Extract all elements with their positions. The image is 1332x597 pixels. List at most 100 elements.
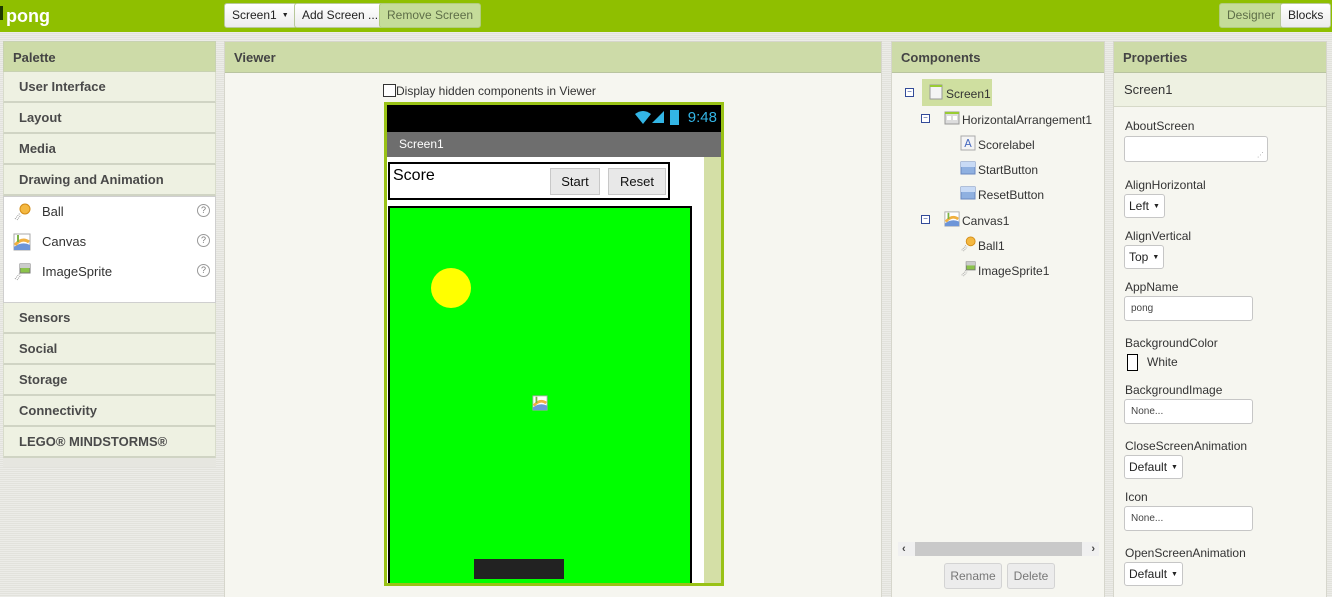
palette-category-drawing-animation[interactable]: Drawing and Animation [3, 165, 216, 196]
reset-button[interactable]: Reset [608, 168, 666, 195]
background-color-label: BackgroundColor [1125, 336, 1218, 350]
checkbox-icon[interactable] [383, 84, 396, 97]
properties-component-name: Screen1 [1114, 73, 1326, 107]
align-vertical-select[interactable]: Top ▼ [1124, 245, 1165, 269]
scroll-right-icon[interactable]: › [1091, 542, 1095, 556]
collapse-icon[interactable]: − [921, 215, 930, 224]
background-color-value[interactable]: White [1147, 355, 1178, 369]
tree-item-canvas1[interactable]: − Canvas1 [892, 210, 1102, 232]
tree-item-screen1[interactable]: − Screen1 [892, 83, 1102, 105]
palette-category-storage[interactable]: Storage [3, 365, 216, 396]
align-vertical-label: AlignVertical [1125, 229, 1192, 243]
collapse-icon[interactable]: − [905, 88, 914, 97]
button-icon [960, 161, 976, 175]
viewer-panel: Viewer Display hidden components in View… [224, 41, 882, 597]
score-label[interactable]: Score [393, 167, 435, 185]
components-title: Components [892, 42, 1104, 73]
background-image-label: BackgroundImage [1125, 383, 1223, 397]
palette-item-canvas[interactable]: Canvas ? [4, 231, 215, 253]
rename-button[interactable]: Rename [944, 563, 1002, 589]
components-panel: Components − Screen1 − HorizontalArrange… [891, 41, 1105, 597]
palette-category-connectivity[interactable]: Connectivity [3, 396, 216, 427]
logo-mark [0, 6, 3, 20]
start-button[interactable]: Start [550, 168, 600, 195]
screen-select[interactable]: Screen1 ▼ [224, 3, 297, 28]
align-horizontal-label: AlignHorizontal [1125, 178, 1206, 192]
ball-sprite[interactable] [431, 268, 471, 308]
tree-item-horizontal-arrangement1[interactable]: − HorizontalArrangement1 [892, 109, 1102, 131]
tree-item-imagesprite1[interactable]: ImageSprite1 [892, 260, 1102, 282]
chevron-down-icon: ▼ [1171, 464, 1178, 471]
properties-title: Properties [1114, 42, 1326, 73]
palette-category-social[interactable]: Social [3, 334, 216, 365]
palette-item-label: ImageSprite [42, 264, 113, 279]
remove-screen-button[interactable]: Remove Screen [379, 3, 482, 28]
label-icon: A [960, 135, 976, 151]
app-name-input[interactable]: pong [1124, 296, 1253, 321]
canvas-icon [944, 211, 960, 227]
palette-drawer: Ball ? Canvas ? ImageSprite ? [3, 196, 216, 303]
top-bar: pong Screen1 ▼ Add Screen ... Remove Scre… [0, 0, 1332, 32]
close-screen-animation-select[interactable]: Default ▼ [1124, 455, 1183, 479]
icon-picker[interactable]: None... [1124, 506, 1253, 531]
game-canvas[interactable] [388, 206, 692, 583]
scrollbar-thumb[interactable] [915, 542, 1082, 556]
palette-category-media[interactable]: Media [3, 134, 216, 165]
app-name-label: AppName [1125, 280, 1179, 294]
screen-icon [929, 84, 943, 100]
palette-item-label: Ball [42, 204, 64, 219]
svg-text:A: A [964, 137, 972, 150]
palette-category-sensors[interactable]: Sensors [3, 303, 216, 334]
palette-category-lego-mindstorms[interactable]: LEGO® MINDSTORMS® [3, 427, 216, 458]
tree-item-label: ResetButton [978, 188, 1045, 202]
tree-item-startbutton[interactable]: StartButton [892, 159, 1102, 181]
tree-item-label: StartButton [978, 163, 1039, 177]
components-horizontal-scrollbar[interactable]: ‹ › [898, 542, 1099, 556]
image-sprite-placeholder-icon[interactable] [532, 395, 548, 411]
wifi-icon [635, 111, 651, 124]
phone-preview: 9:48 Screen1 Score Start Reset [384, 102, 724, 586]
help-icon[interactable]: ? [197, 204, 210, 217]
button-icon [960, 186, 976, 200]
viewer-title: Viewer [225, 42, 881, 73]
delete-button[interactable]: Delete [1007, 563, 1055, 589]
tree-item-ball1[interactable]: Ball1 [892, 235, 1102, 257]
paddle-sprite[interactable] [474, 559, 564, 579]
ball-icon [14, 203, 31, 221]
phone-clock: 9:48 [687, 109, 717, 126]
tree-item-scorelabel[interactable]: A Scorelabel [892, 134, 1102, 156]
palette-category-user-interface[interactable]: User Interface [3, 72, 216, 103]
background-image-picker[interactable]: None... [1124, 399, 1253, 424]
designer-button[interactable]: Designer [1219, 3, 1284, 28]
chevron-down-icon: ▼ [1171, 571, 1178, 578]
resize-grip-icon[interactable]: ⋰ [1257, 152, 1264, 159]
canvas-icon [13, 233, 31, 251]
palette-category-layout[interactable]: Layout [3, 103, 216, 134]
tree-item-label: Scorelabel [978, 138, 1035, 152]
ball-icon [961, 236, 976, 252]
chevron-down-icon: ▼ [1153, 203, 1160, 210]
collapse-icon[interactable]: − [921, 114, 930, 123]
signal-icon [652, 111, 664, 123]
help-icon[interactable]: ? [197, 234, 210, 247]
scroll-left-icon[interactable]: ‹ [902, 542, 906, 556]
palette-item-image-sprite[interactable]: ImageSprite ? [4, 261, 215, 283]
icon-label: Icon [1125, 490, 1148, 504]
add-screen-button[interactable]: Add Screen ... [294, 3, 387, 28]
align-horizontal-value: Left [1129, 199, 1150, 213]
palette-item-ball[interactable]: Ball ? [4, 201, 215, 223]
align-horizontal-select[interactable]: Left ▼ [1124, 194, 1165, 218]
about-screen-textarea[interactable]: ⋰ [1124, 136, 1268, 162]
color-swatch[interactable] [1127, 354, 1138, 371]
palette-panel: Palette User Interface Layout Media Draw… [3, 41, 216, 467]
properties-panel: Properties Screen1 AboutScreen ⋰ AlignHo… [1113, 41, 1327, 597]
blocks-button[interactable]: Blocks [1280, 3, 1332, 28]
close-screen-animation-label: CloseScreenAnimation [1125, 439, 1248, 453]
chevron-down-icon: ▼ [1152, 254, 1160, 261]
display-hidden-checkbox[interactable]: Display hidden components in Viewer [383, 84, 596, 98]
image-sprite-icon [961, 261, 976, 277]
horizontal-arrangement[interactable]: Score Start Reset [388, 162, 670, 200]
open-screen-animation-select[interactable]: Default ▼ [1124, 562, 1183, 586]
help-icon[interactable]: ? [197, 264, 210, 277]
tree-item-resetbutton[interactable]: ResetButton [892, 184, 1102, 206]
